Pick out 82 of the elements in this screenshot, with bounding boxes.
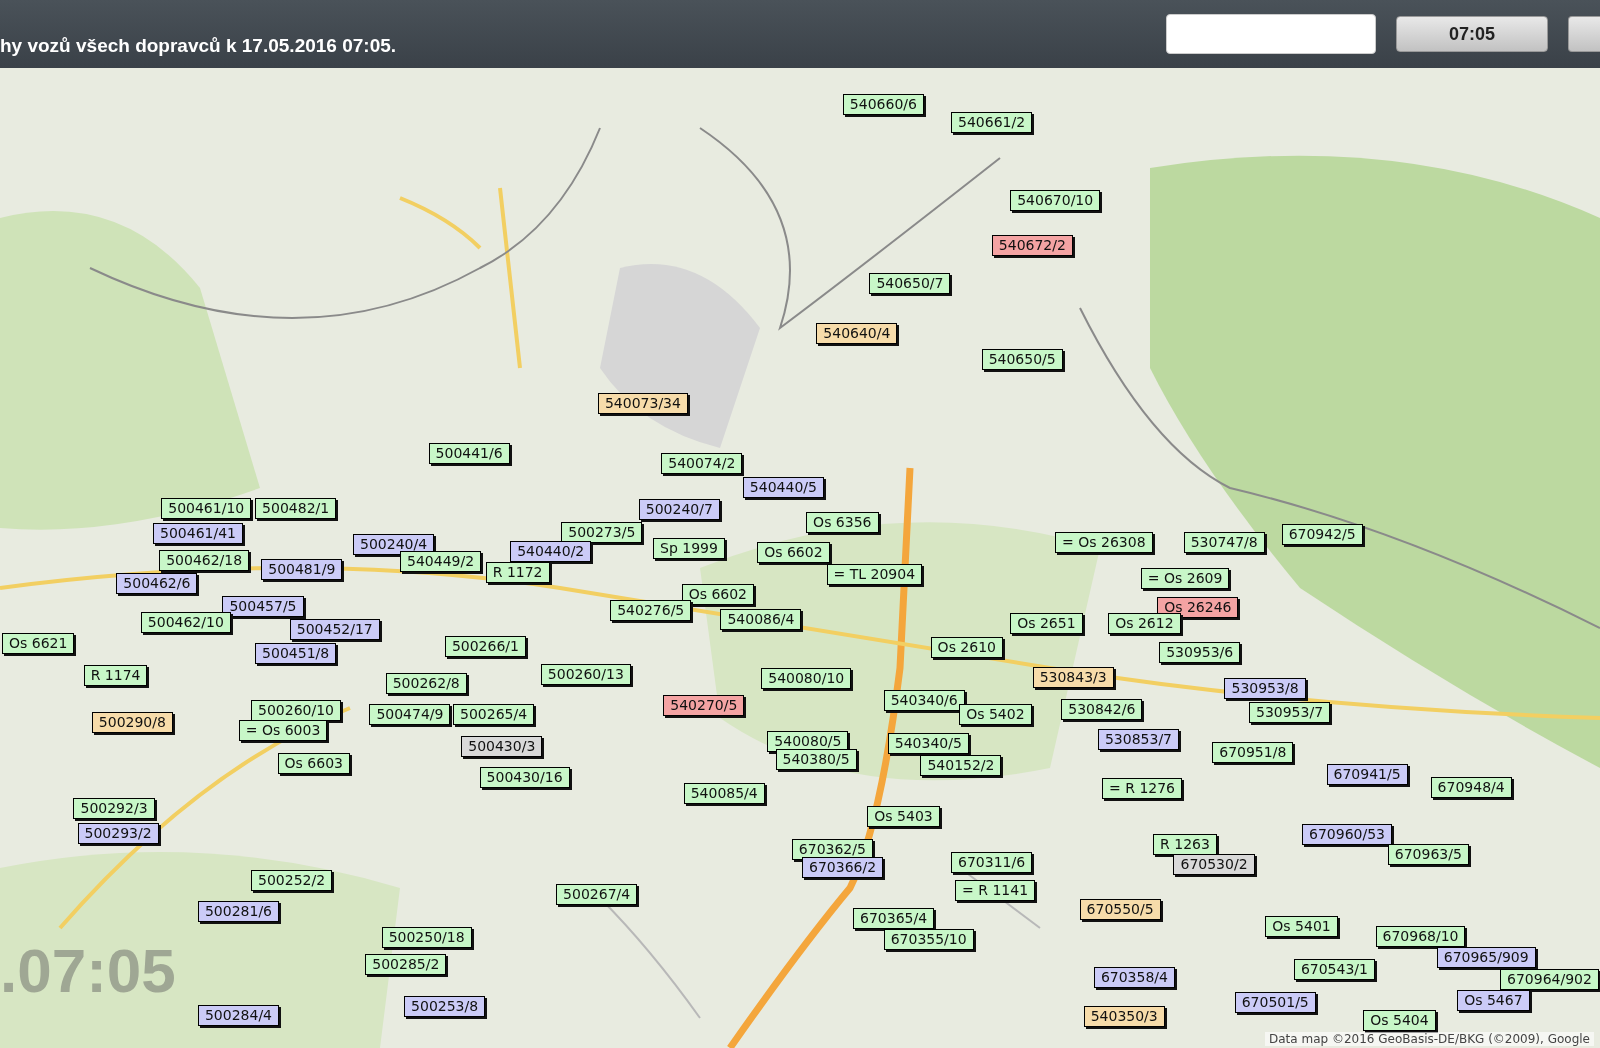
vehicle-label[interactable]: 530842/6 (1061, 698, 1143, 720)
time-button[interactable]: 07:05 (1396, 16, 1548, 52)
vehicle-label[interactable]: 540440/2 (510, 540, 592, 562)
vehicle-label[interactable]: = TL 20904 (826, 564, 923, 586)
map-attribution: Data map ©2016 GeoBasis-DE/BKG (©2009), Google (1265, 1032, 1594, 1046)
vehicle-label[interactable]: 500290/8 (91, 712, 173, 734)
vehicle-label[interactable]: 500260/10 (251, 700, 341, 721)
vehicle-label[interactable]: 670960/53 (1302, 824, 1392, 846)
vehicle-label[interactable]: 530953/6 (1159, 641, 1241, 663)
vehicle-label[interactable]: 500481/9 (261, 559, 343, 581)
vehicle-label[interactable]: 500260/13 (540, 664, 631, 686)
vehicle-label[interactable]: 670365/4 (853, 908, 935, 930)
vehicle-label[interactable]: Os 5403 (867, 806, 940, 828)
vehicle-label[interactable]: 670311/6 (951, 852, 1033, 874)
vehicle-label[interactable]: 540670/10 (1010, 189, 1101, 211)
vehicle-label[interactable]: 670951/8 (1212, 741, 1294, 763)
vehicle-label[interactable]: Sp 1999 (653, 537, 725, 559)
vehicle-label[interactable]: 540661/2 (951, 112, 1033, 134)
vehicle-label[interactable]: 670964/902 (1500, 969, 1599, 991)
vehicle-label[interactable]: 540270/5 (663, 694, 745, 716)
vehicle-label[interactable]: = R 1276 (1102, 777, 1183, 799)
vehicle-label[interactable]: 500474/9 (369, 704, 451, 726)
vehicle-label[interactable]: = Os 2609 (1140, 568, 1230, 590)
vehicle-label[interactable]: Os 5467 (1457, 989, 1530, 1011)
vehicle-label[interactable]: = Os 26308 (1055, 531, 1153, 553)
vehicle-label[interactable]: R 1174 (83, 665, 148, 687)
vehicle-label[interactable]: 500292/3 (73, 797, 155, 819)
vehicle-label[interactable]: 540449/2 (400, 551, 482, 572)
vehicle-label[interactable]: 500462/18 (159, 550, 250, 571)
vehicle-label[interactable]: 500285/2 (365, 954, 447, 976)
vehicle-label[interactable]: 670530/2 (1173, 854, 1255, 876)
vehicle-label[interactable]: 500281/6 (197, 901, 280, 922)
vehicle-label[interactable]: 670941/5 (1326, 764, 1408, 786)
vehicle-label[interactable]: 500284/4 (197, 1005, 280, 1027)
vehicle-label[interactable]: 540074/2 (661, 453, 743, 475)
vehicle-label[interactable]: Os 6621 (2, 632, 75, 654)
vehicle-label[interactable]: R 1172 (485, 562, 550, 584)
vehicle-label[interactable]: 500265/4 (453, 704, 535, 726)
page-title: hy vozů všech dopravců k 17.05.2016 07:05. (0, 35, 398, 57)
vehicle-label[interactable]: 500267/4 (556, 883, 638, 905)
vehicle-label[interactable]: 530953/7 (1248, 702, 1331, 724)
vehicle-label[interactable]: 540350/3 (1083, 1006, 1165, 1028)
vehicle-label[interactable]: 670358/4 (1093, 967, 1175, 989)
vehicle-label[interactable]: 500462/10 (140, 612, 231, 634)
vehicle-label[interactable]: R 1263 (1153, 833, 1217, 855)
vehicle-label[interactable]: 540640/4 (816, 323, 898, 345)
vehicle-label[interactable]: 540086/4 (720, 609, 802, 631)
vehicle-label[interactable]: Os 6603 (277, 753, 350, 775)
vehicle-label[interactable]: Os 5404 (1363, 1010, 1436, 1032)
vehicle-label[interactable]: Os 2612 (1108, 613, 1181, 635)
vehicle-label[interactable]: Os 5402 (959, 704, 1032, 726)
vehicle-label[interactable]: 500452/17 (289, 619, 380, 641)
vehicle-label[interactable]: 500461/10 (161, 497, 252, 519)
clock-overlay: .07:05 (0, 940, 176, 1002)
vehicle-label[interactable]: Os 5401 (1265, 916, 1338, 938)
vehicle-label[interactable]: 540650/7 (869, 273, 951, 295)
search-field[interactable] (1166, 14, 1376, 54)
vehicle-label[interactable]: 540080/10 (761, 668, 852, 690)
vehicle-label[interactable]: 540152/2 (920, 755, 1002, 777)
vehicle-label[interactable]: 670942/5 (1281, 524, 1363, 546)
vehicle-label[interactable]: 530843/3 (1032, 667, 1114, 689)
vehicle-label[interactable]: 500462/6 (116, 573, 198, 595)
vehicle-label[interactable]: 670543/1 (1293, 959, 1375, 981)
vehicle-label[interactable]: 500430/3 (461, 735, 543, 757)
vehicle-label[interactable]: 500262/8 (385, 673, 467, 695)
vehicle-label[interactable]: Os 6356 (806, 512, 879, 534)
vehicle-label[interactable]: 500461/41 (153, 523, 244, 545)
vehicle-label[interactable]: 500430/16 (479, 767, 570, 789)
vehicle-label[interactable]: 500482/1 (255, 497, 337, 519)
vehicle-label[interactable]: = R 1141 (955, 879, 1036, 901)
vehicle-label[interactable]: 500293/2 (77, 823, 159, 845)
vehicle-label[interactable]: 670366/2 (802, 857, 884, 879)
vehicle-label[interactable]: Os 6602 (757, 541, 830, 563)
toolbar-button[interactable] (1568, 16, 1600, 52)
vehicle-label[interactable]: Os 2651 (1010, 613, 1083, 635)
vehicle-label[interactable]: = Os 6003 (238, 720, 328, 742)
vehicle-label[interactable]: 500253/8 (404, 995, 486, 1017)
vehicle-label[interactable]: 540276/5 (610, 600, 692, 621)
vehicle-label[interactable]: 500252/2 (251, 870, 333, 892)
vehicle-label[interactable]: 530953/8 (1224, 677, 1306, 699)
vehicle-label[interactable]: 500451/8 (255, 642, 337, 664)
vehicle-label[interactable]: 500273/5 (561, 522, 643, 544)
